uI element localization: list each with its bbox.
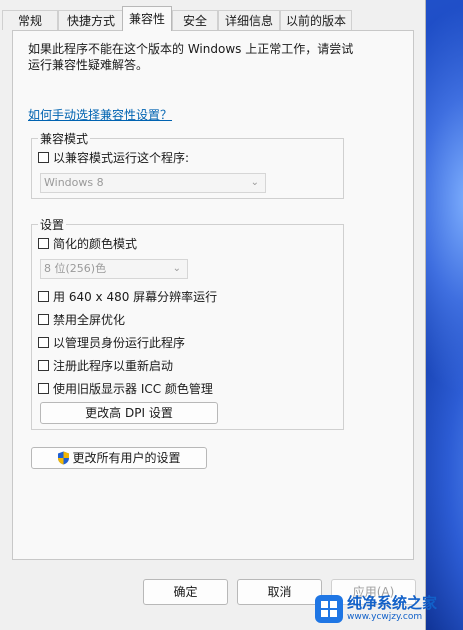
tab-strip: 常规 快捷方式 兼容性 安全 详细信息 以前的版本 [0, 6, 425, 31]
checkbox-icon [38, 151, 49, 163]
run-as-admin-label: 以管理员身份运行此程序 [53, 335, 186, 350]
tab-compatibility[interactable]: 兼容性 [122, 6, 172, 31]
disable-fullscreen-checkbox[interactable]: 禁用全屏优化 [38, 311, 125, 327]
watermark-logo-icon [315, 595, 343, 623]
os-version-select[interactable]: Windows 8 ⌄ [40, 173, 266, 193]
checkbox-icon [38, 359, 49, 371]
legacy-icc-label: 使用旧版显示器 ICC 颜色管理 [53, 381, 213, 396]
register-restart-label: 注册此程序以重新启动 [53, 358, 174, 373]
run-as-admin-checkbox[interactable]: 以管理员身份运行此程序 [38, 334, 185, 350]
checkbox-icon [38, 382, 49, 394]
ok-button[interactable]: 确定 [143, 579, 228, 605]
watermark-text: 纯净系统之家 www.ycwjzy.com [347, 595, 437, 623]
checkbox-icon [38, 237, 49, 249]
tab-general[interactable]: 常规 [2, 10, 58, 30]
compat-mode-label: 以兼容模式运行这个程序: [53, 150, 190, 165]
watermark-title: 纯净系统之家 [347, 594, 438, 612]
chevron-down-icon: ⌄ [172, 263, 181, 274]
compat-mode-title: 兼容模式 [38, 130, 91, 147]
properties-dialog: 常规 快捷方式 兼容性 安全 详细信息 以前的版本 如果此程序不能在这个版本的 … [0, 0, 426, 630]
manual-settings-link[interactable]: 如何手动选择兼容性设置？ [28, 106, 172, 123]
res-640-label: 用 640 x 480 屏幕分辨率运行 [53, 289, 218, 304]
checkbox-icon [38, 336, 49, 348]
intro-text: 如果此程序不能在这个版本的 Windows 上正常工作，请尝试运行兼容性疑难解答… [28, 42, 354, 72]
compatibility-panel: 如果此程序不能在这个版本的 Windows 上正常工作，请尝试运行兼容性疑难解答… [12, 30, 414, 560]
tab-shortcut[interactable]: 快捷方式 [58, 10, 124, 30]
reduced-color-label: 简化的颜色模式 [53, 236, 138, 251]
chevron-down-icon: ⌄ [250, 177, 259, 188]
color-mode-value: 8 位(256)色 [44, 262, 107, 275]
tab-details[interactable]: 详细信息 [218, 10, 280, 30]
watermark-url: www.ycwjzy.com [347, 612, 423, 622]
uac-shield-icon [58, 451, 70, 465]
reduced-color-checkbox[interactable]: 简化的颜色模式 [38, 235, 137, 251]
windows-logo-icon [321, 601, 337, 617]
compat-mode-group: 兼容模式 以兼容模式运行这个程序: Windows 8 ⌄ [31, 130, 344, 199]
cancel-button[interactable]: 取消 [237, 579, 322, 605]
compat-mode-checkbox[interactable]: 以兼容模式运行这个程序: [38, 149, 189, 165]
checkbox-icon [38, 290, 49, 302]
watermark: 纯净系统之家 www.ycwjzy.com [315, 590, 437, 628]
change-all-users-button[interactable]: 更改所有用户的设置 [31, 447, 207, 469]
tab-previous-versions[interactable]: 以前的版本 [280, 10, 352, 30]
settings-title: 设置 [38, 216, 67, 233]
disable-fullscreen-label: 禁用全屏优化 [53, 312, 126, 327]
checkbox-icon [38, 313, 49, 325]
change-dpi-button[interactable]: 更改高 DPI 设置 [40, 402, 218, 424]
change-all-users-label: 更改所有用户的设置 [72, 451, 181, 465]
register-restart-checkbox[interactable]: 注册此程序以重新启动 [38, 357, 173, 373]
color-mode-select[interactable]: 8 位(256)色 ⌄ [40, 259, 188, 279]
tab-security[interactable]: 安全 [172, 10, 218, 30]
legacy-icc-checkbox[interactable]: 使用旧版显示器 ICC 颜色管理 [38, 380, 213, 396]
res-640-checkbox[interactable]: 用 640 x 480 屏幕分辨率运行 [38, 288, 217, 304]
os-version-value: Windows 8 [44, 176, 104, 189]
settings-group: 设置 简化的颜色模式 8 位(256)色 ⌄ 用 640 x 480 屏幕分辨率… [31, 216, 344, 430]
